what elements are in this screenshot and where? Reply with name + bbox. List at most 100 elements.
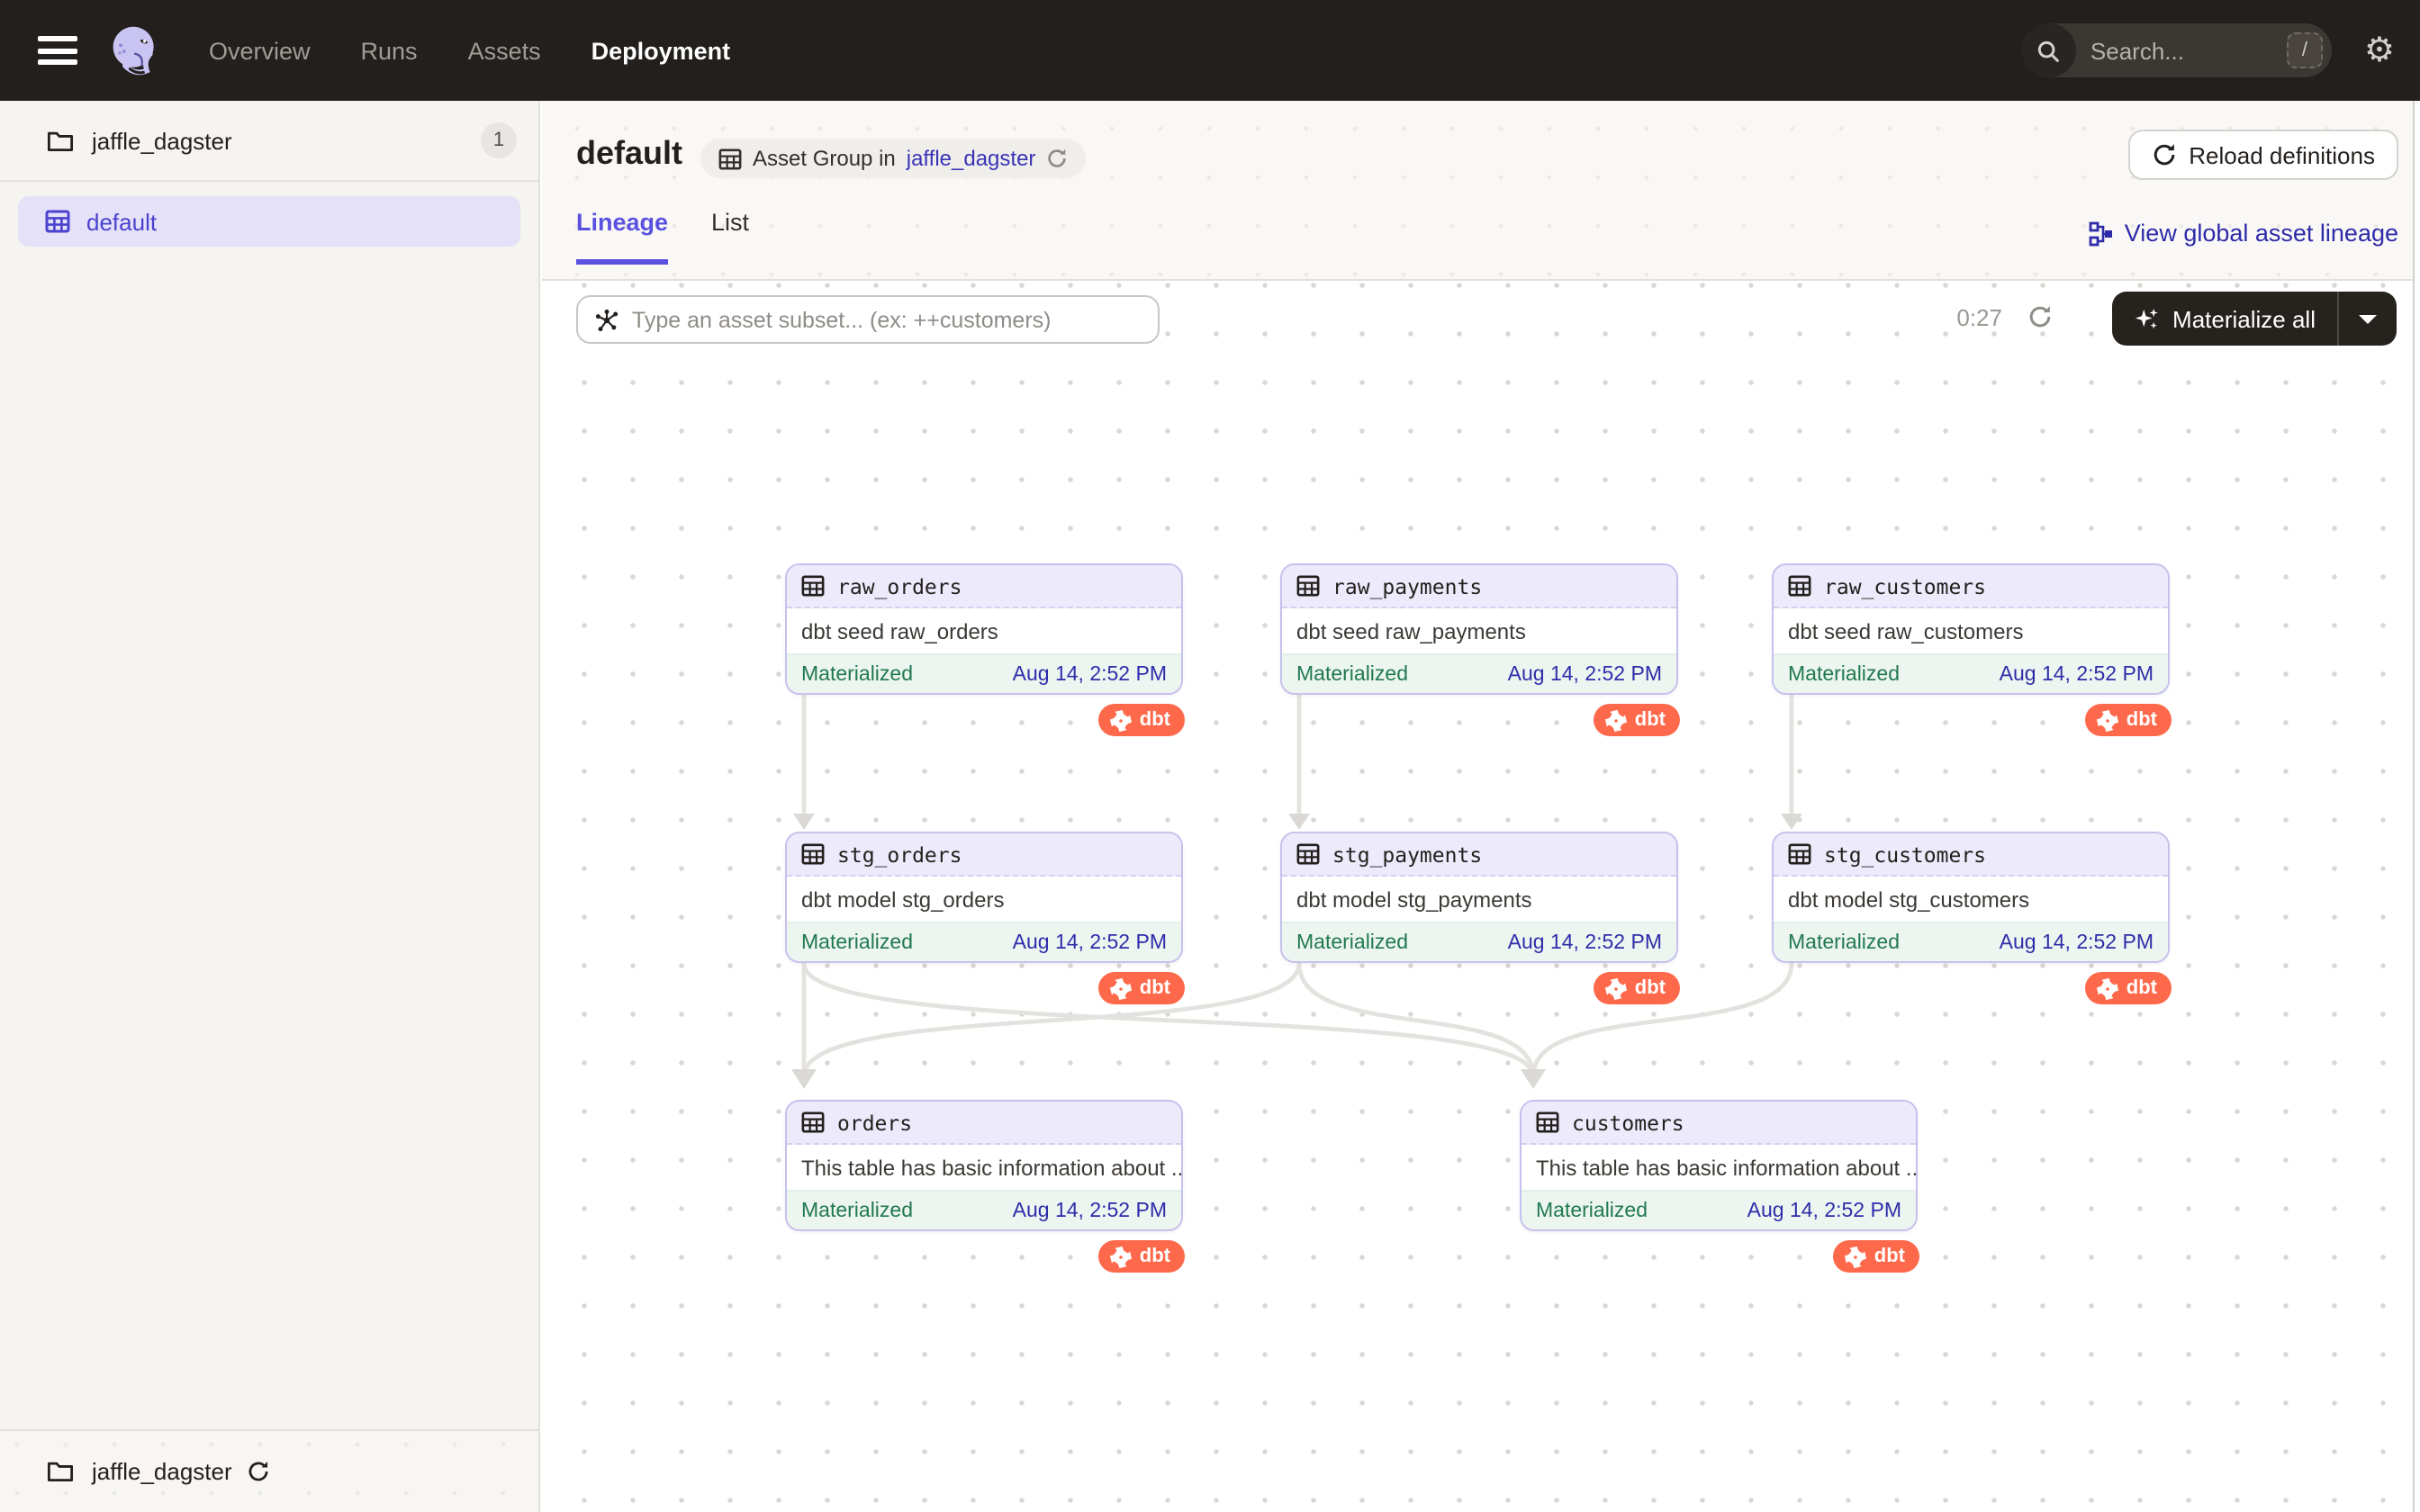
dbt-badge[interactable]: dbt	[2085, 972, 2172, 1004]
footer-project-label: jaffle_dagster	[92, 1458, 232, 1485]
asset-name: stg_payments	[1332, 842, 1482, 867]
materialize-all-button[interactable]: Materialize all	[2111, 292, 2397, 346]
dbt-badge-label: dbt	[1874, 1246, 1905, 1267]
asset-card[interactable]: raw_paymentsdbt seed raw_paymentsMateria…	[1280, 563, 1678, 695]
sidebar-project-jaffle-dagster[interactable]: jaffle_dagster 1	[0, 101, 538, 180]
materialized-status: Materialized	[1788, 663, 1900, 685]
asset-card[interactable]: stg_customersdbt model stg_customersMate…	[1772, 832, 2170, 963]
materialized-timestamp: Aug 14, 2:52 PM	[2000, 663, 2154, 685]
nav-item-deployment[interactable]: Deployment	[591, 37, 731, 64]
search-placeholder: Search...	[2090, 37, 2184, 64]
view-global-asset-lineage-link[interactable]: View global asset lineage	[2089, 220, 2398, 247]
asset-node-stg_customers[interactable]: stg_customersdbt model stg_customersMate…	[1772, 832, 2170, 963]
dbt-logo-icon	[1109, 1245, 1133, 1268]
tab-bar: Lineage List	[576, 209, 749, 265]
asset-node-footer: Materialized Aug 14, 2:52 PM	[1774, 922, 2168, 961]
asset-node-footer: MaterializedAug 14, 2:52 PM	[787, 653, 1181, 693]
refresh-icon[interactable]	[247, 1460, 270, 1483]
asset-node-raw_payments[interactable]: raw_paymentsdbt seed raw_paymentsMateria…	[1280, 563, 1678, 695]
asset-subset-placeholder: Type an asset subset... (ex: ++customers…	[632, 307, 1052, 332]
asset-card[interactable]: raw_customersdbt seed raw_customersMater…	[1772, 563, 2170, 695]
materialized-timestamp: Aug 14, 2:52 PM	[2000, 932, 2154, 953]
asset-node-orders[interactable]: ordersThis table has basic information a…	[785, 1100, 1183, 1231]
dagster-app: Overview Runs Assets Deployment Search... /…	[0, 0, 2420, 1512]
breadcrumb-prefix: Asset Group in	[753, 146, 896, 171]
main-pane: default Asset Group in jaffle_dagster Re…	[542, 101, 2420, 1512]
table-icon	[801, 842, 825, 866]
sidebar-item-default-group[interactable]: default	[18, 196, 520, 247]
dbt-logo-icon	[1844, 1245, 1867, 1268]
dbt-badge-label: dbt	[1140, 977, 1170, 999]
lineage-canvas[interactable]: Type an asset subset... (ex: ++customers…	[542, 281, 2420, 1512]
asset-name: raw_orders	[837, 573, 962, 598]
sidebar: jaffle_dagster 1 default jaffle_dagster	[0, 101, 540, 1512]
table-icon	[1788, 574, 1811, 598]
tab-lineage[interactable]: Lineage	[576, 209, 668, 265]
hamburger-menu-icon[interactable]	[38, 36, 77, 65]
dbt-badge[interactable]: dbt	[1098, 704, 1185, 736]
dbt-badge-label: dbt	[1635, 977, 1666, 999]
sidebar-group-label: default	[86, 208, 157, 235]
dbt-logo-icon	[1604, 976, 1628, 1000]
settings-gear-icon[interactable]: ⚙	[2364, 33, 2395, 68]
nav-item-overview[interactable]: Overview	[209, 37, 311, 64]
dbt-badge[interactable]: dbt	[1594, 704, 1680, 736]
nav-item-assets[interactable]: Assets	[468, 37, 541, 64]
asset-card[interactable]: ordersThis table has basic information a…	[785, 1100, 1183, 1231]
asset-node-footer: MaterializedAug 14, 2:52 PM	[1522, 1190, 1916, 1229]
asset-node-raw_orders[interactable]: raw_ordersdbt seed raw_ordersMaterialize…	[785, 563, 1183, 695]
refresh-icon[interactable]	[1046, 148, 1068, 169]
asset-node-customers[interactable]: customers This table has basic informatio…	[1520, 1100, 1918, 1231]
dbt-badge[interactable]: dbt	[1098, 972, 1185, 1004]
dbt-badge[interactable]: dbt	[1833, 1240, 1919, 1273]
asset-description: This table has basic information about .…	[1522, 1145, 1916, 1190]
asset-node-footer: MaterializedAug 14, 2:52 PM	[1282, 922, 1676, 961]
asset-group-breadcrumb: Asset Group in jaffle_dagster	[700, 139, 1086, 178]
breadcrumb-project-link[interactable]: jaffle_dagster	[907, 146, 1036, 171]
materialized-timestamp: Aug 14, 2:52 PM	[1013, 1200, 1167, 1221]
materialized-timestamp: Aug 14, 2:52 PM	[1013, 663, 1167, 685]
table-icon	[1296, 574, 1320, 598]
scrollbar[interactable]	[2413, 101, 2420, 1512]
asset-name: orders	[837, 1110, 912, 1135]
materialized-status: Materialized	[1788, 932, 1900, 953]
asset-node-header: orders	[787, 1102, 1181, 1145]
reload-definitions-label: Reload definitions	[2189, 141, 2375, 168]
asset-node-raw_customers[interactable]: raw_customersdbt seed raw_customersMater…	[1772, 563, 2170, 695]
dbt-logo-icon	[2096, 708, 2119, 732]
asset-description: dbt model stg_customers	[1774, 877, 2168, 922]
dagster-logo-icon[interactable]	[108, 23, 162, 77]
dbt-logo-icon	[2096, 976, 2119, 1000]
tab-list[interactable]: List	[711, 209, 749, 265]
asset-name: customers	[1572, 1110, 1684, 1135]
materialized-timestamp: Aug 14, 2:52 PM	[1508, 663, 1662, 685]
reload-definitions-button[interactable]: Reload definitions	[2127, 130, 2398, 180]
refresh-timer: 0:27	[1956, 304, 2002, 331]
materialized-timestamp: Aug 14, 2:52 PM	[1013, 932, 1167, 953]
asset-node-stg_orders[interactable]: stg_ordersdbt model stg_ordersMaterializ…	[785, 832, 1183, 963]
asset-node-header: raw_orders	[787, 565, 1181, 608]
dbt-badge[interactable]: dbt	[1098, 1240, 1185, 1273]
materialized-status: Materialized	[801, 932, 913, 953]
asset-card[interactable]: raw_ordersdbt seed raw_ordersMaterialize…	[785, 563, 1183, 695]
asset-node-header: raw_customers	[1774, 565, 2168, 608]
materialize-options-dropdown[interactable]	[2339, 314, 2397, 323]
asset-card[interactable]: stg_ordersdbt model stg_ordersMaterializ…	[785, 832, 1183, 963]
asset-card[interactable]: stg_paymentsdbt model stg_paymentsMateri…	[1280, 832, 1678, 963]
asset-group-count-badge: 1	[481, 122, 517, 158]
asset-subset-input[interactable]: Type an asset subset... (ex: ++customers…	[576, 295, 1160, 344]
search-input[interactable]: Search... /	[2022, 23, 2332, 77]
dbt-logo-icon	[1109, 708, 1133, 732]
asset-node-stg_payments[interactable]: stg_paymentsdbt model stg_paymentsMateri…	[1280, 832, 1678, 963]
asset-node-footer: Materialized Aug 14, 2:52 PM	[787, 922, 1181, 961]
materialized-timestamp: Aug 14, 2:52 PM	[1508, 932, 1662, 953]
dbt-badge[interactable]: dbt	[1594, 972, 1680, 1004]
asset-card[interactable]: customers This table has basic informatio…	[1520, 1100, 1918, 1231]
materialized-status: Materialized	[1536, 1200, 1648, 1221]
refresh-icon[interactable]	[2027, 304, 2053, 329]
dbt-badge-label: dbt	[1140, 1246, 1170, 1267]
dbt-badge[interactable]: dbt	[2085, 704, 2172, 736]
table-icon	[1536, 1111, 1559, 1134]
nav-item-runs[interactable]: Runs	[361, 37, 418, 64]
chevron-down-icon	[2359, 314, 2377, 323]
